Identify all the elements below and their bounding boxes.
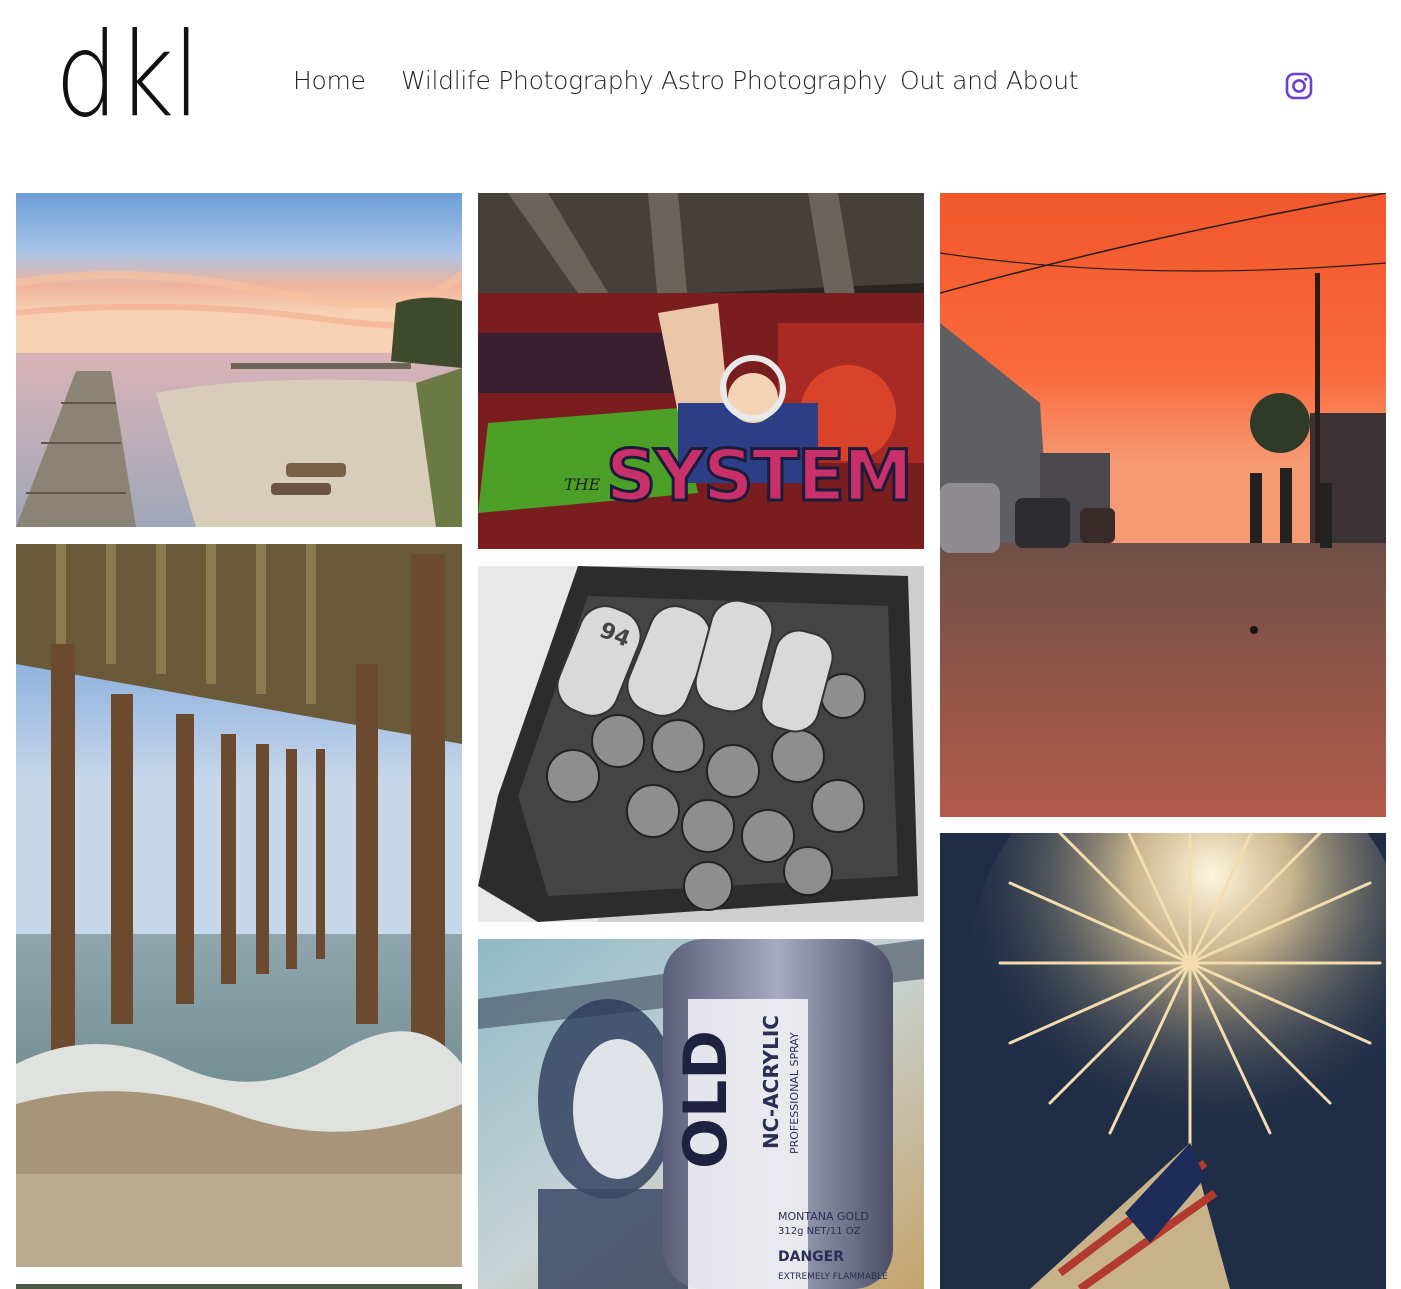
gallery-photo-partial[interactable] bbox=[16, 1284, 462, 1289]
can-net-text: 312g NET/11 OZ bbox=[778, 1226, 861, 1237]
main-nav: Home Wildlife Photography Astro Photogra… bbox=[0, 0, 1401, 170]
gallery-photo-spray-cans[interactable]: 94 bbox=[478, 566, 924, 922]
gallery-photo-pier-sunset[interactable] bbox=[16, 193, 462, 527]
gallery-photo-street-sunset[interactable] bbox=[940, 193, 1386, 817]
nav-item-home[interactable]: Home bbox=[293, 66, 366, 95]
can-danger-text: DANGER bbox=[778, 1249, 844, 1265]
can-nc-acrylic-text: NC-ACRYLIC bbox=[759, 1015, 783, 1149]
nav-item-out-and-about[interactable]: Out and About bbox=[900, 66, 1079, 95]
graffiti-system-text: SYSTEM bbox=[606, 435, 911, 517]
can-old-text: OLD bbox=[671, 1030, 741, 1169]
can-professional-text: PROFESSIONAL SPRAY bbox=[788, 1032, 801, 1154]
instagram-icon[interactable] bbox=[1285, 72, 1313, 100]
graffiti-the-text: THE bbox=[564, 475, 601, 494]
gallery-photo-graffiti-mural[interactable]: SYSTEM THE bbox=[478, 193, 924, 549]
can-montana-text: MONTANA GOLD bbox=[778, 1210, 869, 1223]
nav-item-astro-photography[interactable]: Astro Photography bbox=[661, 66, 888, 95]
can-flammable-text: EXTREMELY FLAMMABLE bbox=[778, 1272, 888, 1282]
nav-item-wildlife-photography[interactable]: Wildlife Photography bbox=[401, 66, 654, 95]
gallery-photo-fireworks[interactable] bbox=[940, 833, 1386, 1289]
gallery-photo-montana-can[interactable]: OLD NC-ACRYLIC PROFESSIONAL SPRAY MONTAN… bbox=[478, 939, 924, 1289]
gallery-photo-under-pier[interactable] bbox=[16, 544, 462, 1267]
